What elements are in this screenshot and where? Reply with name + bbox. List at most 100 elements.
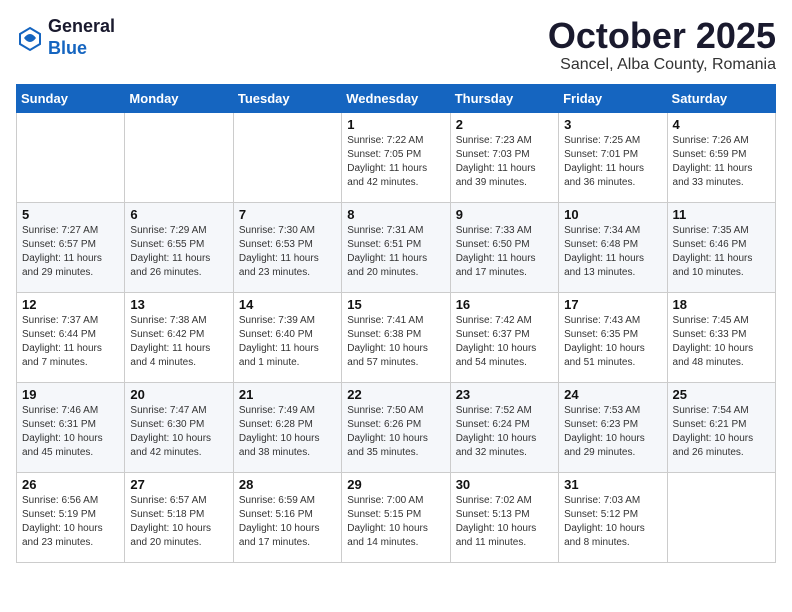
day-number: 9 xyxy=(456,207,553,222)
day-number: 20 xyxy=(130,387,227,402)
day-info: Sunrise: 7:47 AM Sunset: 6:30 PM Dayligh… xyxy=(130,404,227,460)
calendar-cell: 30 Sunrise: 7:02 AM Sunset: 5:13 PM Dayli… xyxy=(450,472,558,562)
day-info: Sunrise: 7:33 AM Sunset: 6:50 PM Dayligh… xyxy=(456,224,553,280)
weekday-header: Thursday xyxy=(450,84,558,112)
day-info: Sunrise: 7:03 AM Sunset: 5:12 PM Dayligh… xyxy=(564,494,661,550)
day-info: Sunrise: 7:00 AM Sunset: 5:15 PM Dayligh… xyxy=(347,494,444,550)
day-info: Sunrise: 7:50 AM Sunset: 6:26 PM Dayligh… xyxy=(347,404,444,460)
calendar-cell: 14Sunrise: 7:39 AM Sunset: 6:40 PM Dayli… xyxy=(233,292,341,382)
day-number: 14 xyxy=(239,297,336,312)
day-number: 11 xyxy=(673,207,770,222)
calendar-cell: 23 Sunrise: 7:52 AM Sunset: 6:24 PM Dayli… xyxy=(450,382,558,472)
calendar-cell: 25Sunrise: 7:54 AM Sunset: 6:21 PM Dayli… xyxy=(667,382,775,472)
day-info: Sunrise: 7:26 AM Sunset: 6:59 PM Dayligh… xyxy=(673,134,770,190)
calendar-cell: 24Sunrise: 7:53 AM Sunset: 6:23 PM Dayli… xyxy=(559,382,667,472)
day-number: 5 xyxy=(22,207,119,222)
weekday-header: Sunday xyxy=(17,84,125,112)
day-number: 23 xyxy=(456,387,553,402)
calendar-cell: 8 Sunrise: 7:31 AM Sunset: 6:51 PM Daylig… xyxy=(342,202,450,292)
day-info: Sunrise: 7:29 AM Sunset: 6:55 PM Dayligh… xyxy=(130,224,227,280)
calendar-cell: 13Sunrise: 7:38 AM Sunset: 6:42 PM Dayli… xyxy=(125,292,233,382)
day-info: Sunrise: 7:35 AM Sunset: 6:46 PM Dayligh… xyxy=(673,224,770,280)
day-info: Sunrise: 7:45 AM Sunset: 6:33 PM Dayligh… xyxy=(673,314,770,370)
day-number: 31 xyxy=(564,477,661,492)
day-info: Sunrise: 7:34 AM Sunset: 6:48 PM Dayligh… xyxy=(564,224,661,280)
day-number: 15 xyxy=(347,297,444,312)
day-number: 26 xyxy=(22,477,119,492)
calendar-cell: 22 Sunrise: 7:50 AM Sunset: 6:26 PM Dayli… xyxy=(342,382,450,472)
calendar-cell xyxy=(667,472,775,562)
calendar-cell: 12 Sunrise: 7:37 AM Sunset: 6:44 PM Dayli… xyxy=(17,292,125,382)
day-number: 3 xyxy=(564,117,661,132)
calendar-cell xyxy=(233,112,341,202)
day-number: 18 xyxy=(673,297,770,312)
title-block: October 2025 Sancel, Alba County, Romani… xyxy=(548,16,776,74)
day-number: 16 xyxy=(456,297,553,312)
day-number: 10 xyxy=(564,207,661,222)
day-number: 29 xyxy=(347,477,444,492)
month-title: October 2025 xyxy=(548,16,776,56)
day-number: 7 xyxy=(239,207,336,222)
calendar-cell: 6 Sunrise: 7:29 AM Sunset: 6:55 PM Daylig… xyxy=(125,202,233,292)
day-number: 8 xyxy=(347,207,444,222)
calendar-cell xyxy=(125,112,233,202)
day-info: Sunrise: 7:22 AM Sunset: 7:05 PM Dayligh… xyxy=(347,134,444,190)
calendar-cell: 26 Sunrise: 6:56 AM Sunset: 5:19 PM Dayli… xyxy=(17,472,125,562)
calendar-cell xyxy=(17,112,125,202)
day-info: Sunrise: 7:23 AM Sunset: 7:03 PM Dayligh… xyxy=(456,134,553,190)
calendar-cell: 17 Sunrise: 7:43 AM Sunset: 6:35 PM Dayli… xyxy=(559,292,667,382)
day-info: Sunrise: 7:38 AM Sunset: 6:42 PM Dayligh… xyxy=(130,314,227,370)
calendar-cell: 11 Sunrise: 7:35 AM Sunset: 6:46 PM Dayli… xyxy=(667,202,775,292)
day-number: 17 xyxy=(564,297,661,312)
day-info: Sunrise: 7:52 AM Sunset: 6:24 PM Dayligh… xyxy=(456,404,553,460)
day-info: Sunrise: 7:37 AM Sunset: 6:44 PM Dayligh… xyxy=(22,314,119,370)
calendar-cell: 3 Sunrise: 7:25 AM Sunset: 7:01 PM Daylig… xyxy=(559,112,667,202)
day-number: 4 xyxy=(673,117,770,132)
day-info: Sunrise: 6:57 AM Sunset: 5:18 PM Dayligh… xyxy=(130,494,227,550)
calendar-cell: 4 Sunrise: 7:26 AM Sunset: 6:59 PM Daylig… xyxy=(667,112,775,202)
weekday-header: Tuesday xyxy=(233,84,341,112)
day-number: 22 xyxy=(347,387,444,402)
calendar-cell: 20 Sunrise: 7:47 AM Sunset: 6:30 PM Dayli… xyxy=(125,382,233,472)
day-number: 28 xyxy=(239,477,336,492)
calendar-week-row: 5Sunrise: 7:27 AM Sunset: 6:57 PM Daylig… xyxy=(17,202,776,292)
calendar-cell: 29 Sunrise: 7:00 AM Sunset: 5:15 PM Dayli… xyxy=(342,472,450,562)
logo: General Blue xyxy=(16,16,115,59)
day-number: 6 xyxy=(130,207,227,222)
day-info: Sunrise: 7:02 AM Sunset: 5:13 PM Dayligh… xyxy=(456,494,553,550)
weekday-header: Saturday xyxy=(667,84,775,112)
day-info: Sunrise: 7:54 AM Sunset: 6:21 PM Dayligh… xyxy=(673,404,770,460)
logo-text: General Blue xyxy=(48,16,115,59)
day-info: Sunrise: 7:25 AM Sunset: 7:01 PM Dayligh… xyxy=(564,134,661,190)
weekday-header: Friday xyxy=(559,84,667,112)
calendar-cell: 31 Sunrise: 7:03 AM Sunset: 5:12 PM Dayli… xyxy=(559,472,667,562)
day-number: 19 xyxy=(22,387,119,402)
calendar-cell: 16 Sunrise: 7:42 AM Sunset: 6:37 PM Dayli… xyxy=(450,292,558,382)
calendar-cell: 18 Sunrise: 7:45 AM Sunset: 6:33 PM Dayli… xyxy=(667,292,775,382)
day-info: Sunrise: 7:46 AM Sunset: 6:31 PM Dayligh… xyxy=(22,404,119,460)
day-number: 2 xyxy=(456,117,553,132)
day-info: Sunrise: 7:43 AM Sunset: 6:35 PM Dayligh… xyxy=(564,314,661,370)
calendar-cell: 19 Sunrise: 7:46 AM Sunset: 6:31 PM Dayli… xyxy=(17,382,125,472)
page-header: General Blue October 2025 Sancel, Alba C… xyxy=(16,16,776,74)
calendar-cell: 7 Sunrise: 7:30 AM Sunset: 6:53 PM Daylig… xyxy=(233,202,341,292)
day-number: 24 xyxy=(564,387,661,402)
day-info: Sunrise: 7:31 AM Sunset: 6:51 PM Dayligh… xyxy=(347,224,444,280)
calendar-week-row: 12 Sunrise: 7:37 AM Sunset: 6:44 PM Dayli… xyxy=(17,292,776,382)
logo-icon xyxy=(16,24,44,52)
calendar-week-row: 1 Sunrise: 7:22 AM Sunset: 7:05 PM Daylig… xyxy=(17,112,776,202)
calendar-cell: 1 Sunrise: 7:22 AM Sunset: 7:05 PM Daylig… xyxy=(342,112,450,202)
day-info: Sunrise: 7:42 AM Sunset: 6:37 PM Dayligh… xyxy=(456,314,553,370)
day-info: Sunrise: 7:30 AM Sunset: 6:53 PM Dayligh… xyxy=(239,224,336,280)
day-info: Sunrise: 6:56 AM Sunset: 5:19 PM Dayligh… xyxy=(22,494,119,550)
day-info: Sunrise: 6:59 AM Sunset: 5:16 PM Dayligh… xyxy=(239,494,336,550)
day-number: 30 xyxy=(456,477,553,492)
day-number: 1 xyxy=(347,117,444,132)
calendar-week-row: 19 Sunrise: 7:46 AM Sunset: 6:31 PM Dayli… xyxy=(17,382,776,472)
day-number: 21 xyxy=(239,387,336,402)
calendar-cell: 10 Sunrise: 7:34 AM Sunset: 6:48 PM Dayli… xyxy=(559,202,667,292)
location: Sancel, Alba County, Romania xyxy=(548,56,776,74)
day-number: 12 xyxy=(22,297,119,312)
weekday-header-row: SundayMondayTuesdayWednesdayThursdayFrid… xyxy=(17,84,776,112)
calendar-table: SundayMondayTuesdayWednesdayThursdayFrid… xyxy=(16,84,776,563)
